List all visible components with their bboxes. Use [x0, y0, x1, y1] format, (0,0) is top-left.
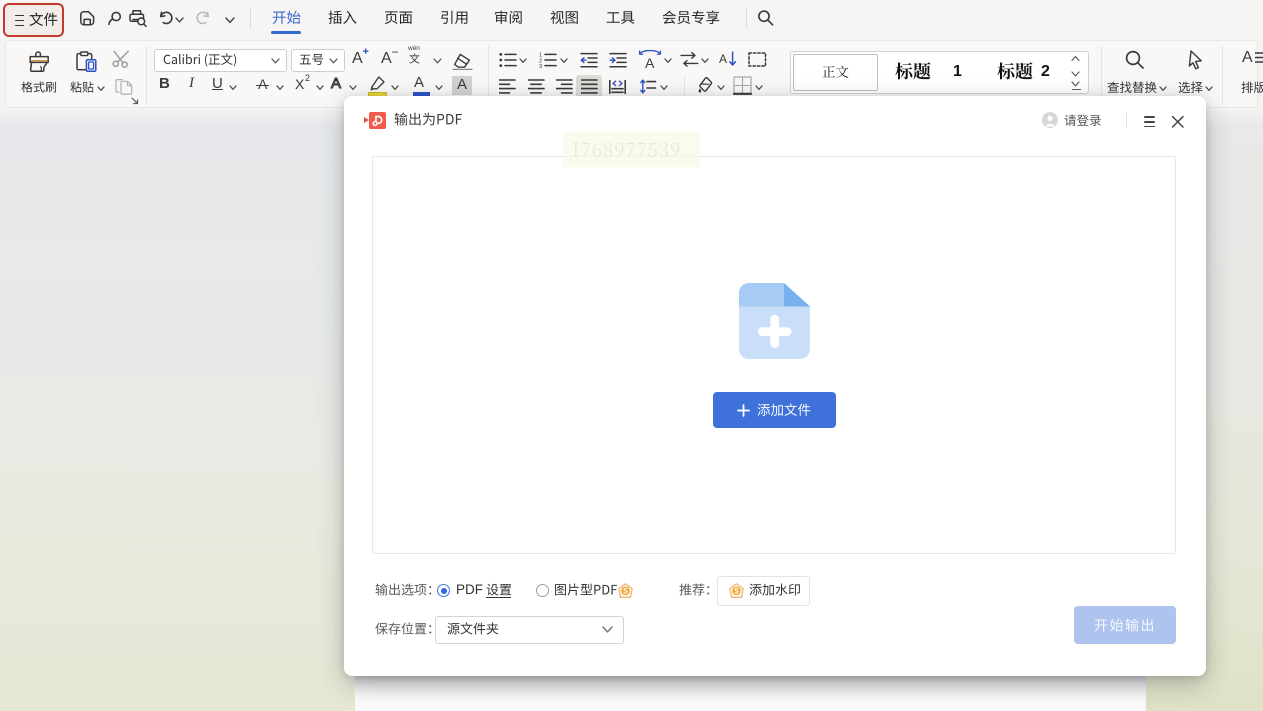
svg-text:A: A — [645, 55, 655, 70]
svg-text:3: 3 — [539, 64, 542, 69]
svg-text:A: A — [719, 52, 727, 66]
